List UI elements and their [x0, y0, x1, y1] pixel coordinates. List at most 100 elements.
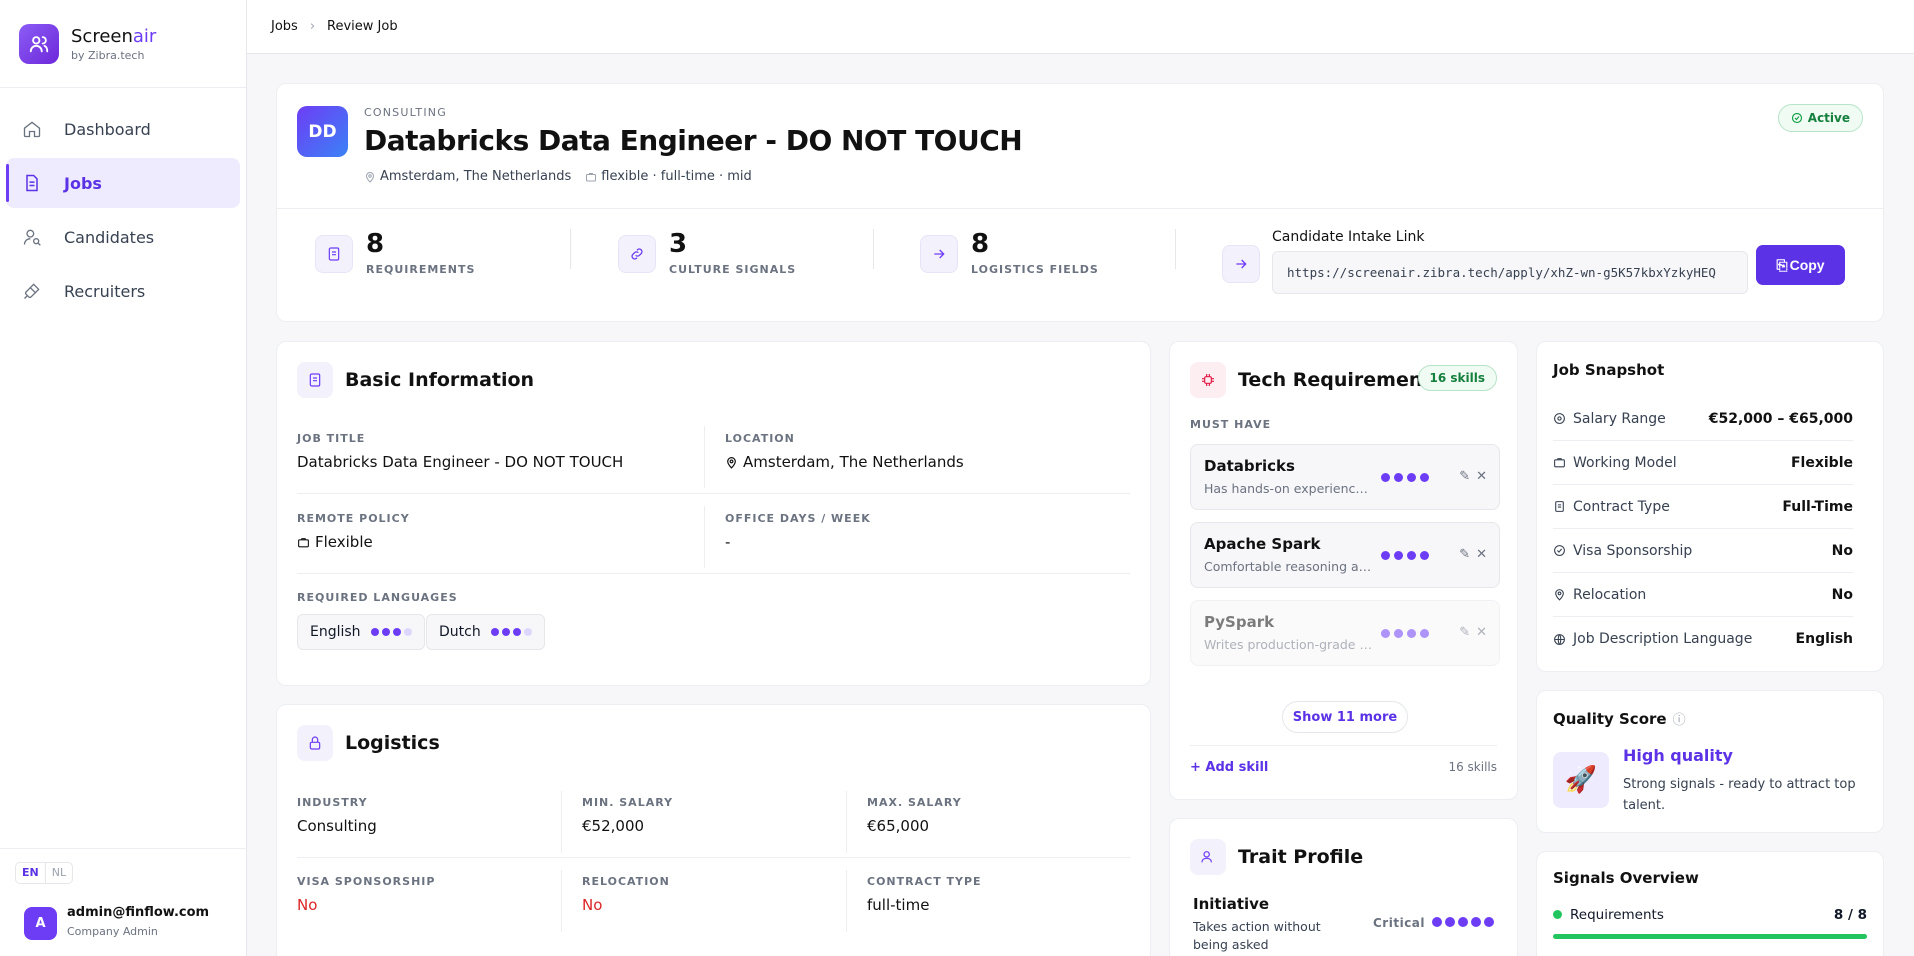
divider: [570, 229, 571, 269]
check-circle-icon: [1791, 112, 1802, 124]
breadcrumb: Jobs › Review Job: [247, 0, 1914, 54]
job-terms: flexible · full-time · mid: [601, 169, 752, 184]
check-circle-icon: [1554, 545, 1565, 556]
stat-value: 3: [669, 229, 688, 259]
field-job-title: JOB TITLE Databricks Data Engineer - DO …: [297, 432, 624, 471]
skill-item[interactable]: Apache Spark Comfortable reasoning about…: [1190, 522, 1500, 588]
close-icon[interactable]: ✕: [1476, 469, 1487, 484]
nav-item-dashboard[interactable]: Dashboard: [6, 104, 240, 154]
plug-icon: [20, 279, 44, 303]
rocket-icon: 🚀: [1553, 752, 1609, 808]
job-category: CONSULTING: [364, 106, 447, 119]
job-location: Amsterdam, The Netherlands: [380, 169, 572, 184]
snapshot-row-relocation: Relocation No: [1553, 573, 1853, 617]
coin-icon: [1554, 413, 1565, 424]
snapshot-row-language: Job Description Language English: [1553, 617, 1853, 661]
section-title: Tech Requirements: [1190, 362, 1443, 398]
stat-value: 8: [366, 229, 385, 259]
snapshot-row-visa: Visa Sponsorship No: [1553, 529, 1853, 573]
close-icon[interactable]: ✕: [1476, 547, 1487, 562]
briefcase-icon: [585, 171, 597, 183]
breadcrumb-jobs[interactable]: Jobs: [271, 19, 298, 34]
divider: [1175, 229, 1176, 269]
status-badge: Active: [1777, 104, 1863, 132]
section-title: Logistics: [297, 725, 440, 761]
signals-overview-card: Signals Overview Requirements 8 / 8: [1536, 851, 1884, 956]
logistics-card: Logistics INDUSTRY Consulting MIN. SALAR…: [276, 704, 1151, 956]
field-industry: INDUSTRY Consulting: [297, 796, 377, 835]
edit-icon[interactable]: ✎: [1459, 625, 1470, 640]
link-icon: [618, 235, 656, 273]
globe-icon: [1554, 633, 1565, 645]
field-location: LOCATION Amsterdam, The Netherlands: [725, 432, 964, 471]
show-more-button[interactable]: Show 11 more: [1282, 701, 1408, 733]
field-relocation: RELOCATION No: [582, 875, 670, 914]
nav-item-recruiters[interactable]: Recruiters: [6, 266, 240, 316]
progress-fill: [1553, 934, 1867, 939]
job-header-card: DD CONSULTING Databricks Data Engineer -…: [276, 83, 1884, 322]
field-required-languages: REQUIRED LANGUAGES: [297, 591, 458, 604]
field-contract-type: CONTRACT TYPE full-time: [867, 875, 982, 914]
trait-name: Initiative: [1193, 895, 1270, 913]
add-skill-button[interactable]: + Add skill: [1190, 760, 1268, 775]
lock-icon: [297, 725, 333, 761]
field-min-salary: MIN. SALARY €52,000: [582, 796, 674, 835]
brand-name: Screenair: [71, 25, 157, 47]
avatar: A: [24, 907, 57, 940]
section-title: Signals Overview: [1553, 869, 1699, 887]
user-search-icon: [20, 225, 44, 249]
copy-button[interactable]: ⎘ Copy: [1756, 245, 1845, 285]
user-profile[interactable]: A admin@finflow.com Company Admin: [0, 848, 247, 956]
document-icon: [20, 171, 44, 195]
nav-item-label: Recruiters: [64, 281, 146, 301]
trait-description: Takes action without being asked: [1193, 919, 1321, 952]
section-title: Trait Profile: [1190, 839, 1363, 875]
section-title: Basic Information: [297, 362, 534, 398]
list-icon: [297, 362, 333, 398]
quality-label: High quality: [1623, 746, 1733, 765]
nav-item-jobs[interactable]: Jobs: [6, 158, 240, 208]
briefcase-icon: [1554, 458, 1565, 468]
brand-logo-icon: [19, 23, 59, 64]
edit-icon[interactable]: ✎: [1459, 547, 1470, 562]
snapshot-row-contract: Contract Type Full-Time: [1553, 485, 1853, 529]
pin-icon: [364, 171, 376, 183]
field-remote-policy: REMOTE POLICY Flexible: [297, 512, 410, 551]
nav-item-label: Dashboard: [64, 119, 151, 139]
brand[interactable]: Screenair by Zibra.tech: [0, 0, 246, 88]
level-dots: [370, 628, 412, 636]
nav-item-candidates[interactable]: Candidates: [6, 212, 240, 262]
section-title: Job Snapshot: [1553, 361, 1665, 379]
close-icon[interactable]: ✕: [1476, 625, 1487, 640]
skills-count-badge: 16 skills: [1417, 365, 1497, 391]
divider: [873, 229, 874, 269]
intake-url-field[interactable]: https://screenair.zibra.tech/apply/xhZ-w…: [1272, 251, 1748, 294]
field-visa-sponsorship: VISA SPONSORSHIP No: [297, 875, 436, 914]
level-dots: [1381, 473, 1429, 482]
chip-icon: [1190, 362, 1226, 398]
job-snapshot-card: Job Snapshot Salary Range €52,000 – €65,…: [1536, 341, 1884, 672]
copy-icon: ⎘: [1776, 256, 1788, 273]
list-icon: [315, 235, 353, 273]
document-icon: [1555, 501, 1564, 512]
intake-link: Candidate Intake Link https://screenair.…: [1272, 229, 1748, 294]
job-avatar: DD: [297, 106, 348, 157]
skill-item[interactable]: Databricks Has hands-on experience with …: [1190, 444, 1500, 510]
snapshot-row-working-model: Working Model Flexible: [1553, 441, 1853, 485]
skill-item[interactable]: PySpark Writes production-grade PySpark …: [1190, 600, 1500, 666]
basic-information-card: Basic Information JOB TITLE Databricks D…: [276, 341, 1151, 686]
stat-label: CULTURE SIGNALS: [669, 263, 797, 276]
field-office-days: OFFICE DAYS / WEEK -: [725, 512, 871, 551]
pin-icon: [725, 456, 738, 469]
info-icon[interactable]: ⓘ: [1673, 709, 1686, 728]
stat-label: REQUIREMENTS: [366, 263, 476, 276]
user-email: admin@finflow.com: [67, 905, 210, 920]
signal-row-requirements: Requirements 8 / 8: [1553, 907, 1867, 923]
edit-icon[interactable]: ✎: [1459, 469, 1470, 484]
language-pill-dutch[interactable]: Dutch: [426, 614, 545, 650]
arrow-right-icon: [920, 235, 958, 273]
sidebar: Screenair by Zibra.tech Dashboard Jobs C…: [0, 0, 247, 956]
language-pill-english[interactable]: English: [297, 614, 425, 650]
tech-requirements-card: Tech Requirements 16 skills MUST HAVE Da…: [1169, 341, 1518, 800]
stat-culture-signals: 3 CULTURE SIGNALS: [618, 229, 796, 276]
